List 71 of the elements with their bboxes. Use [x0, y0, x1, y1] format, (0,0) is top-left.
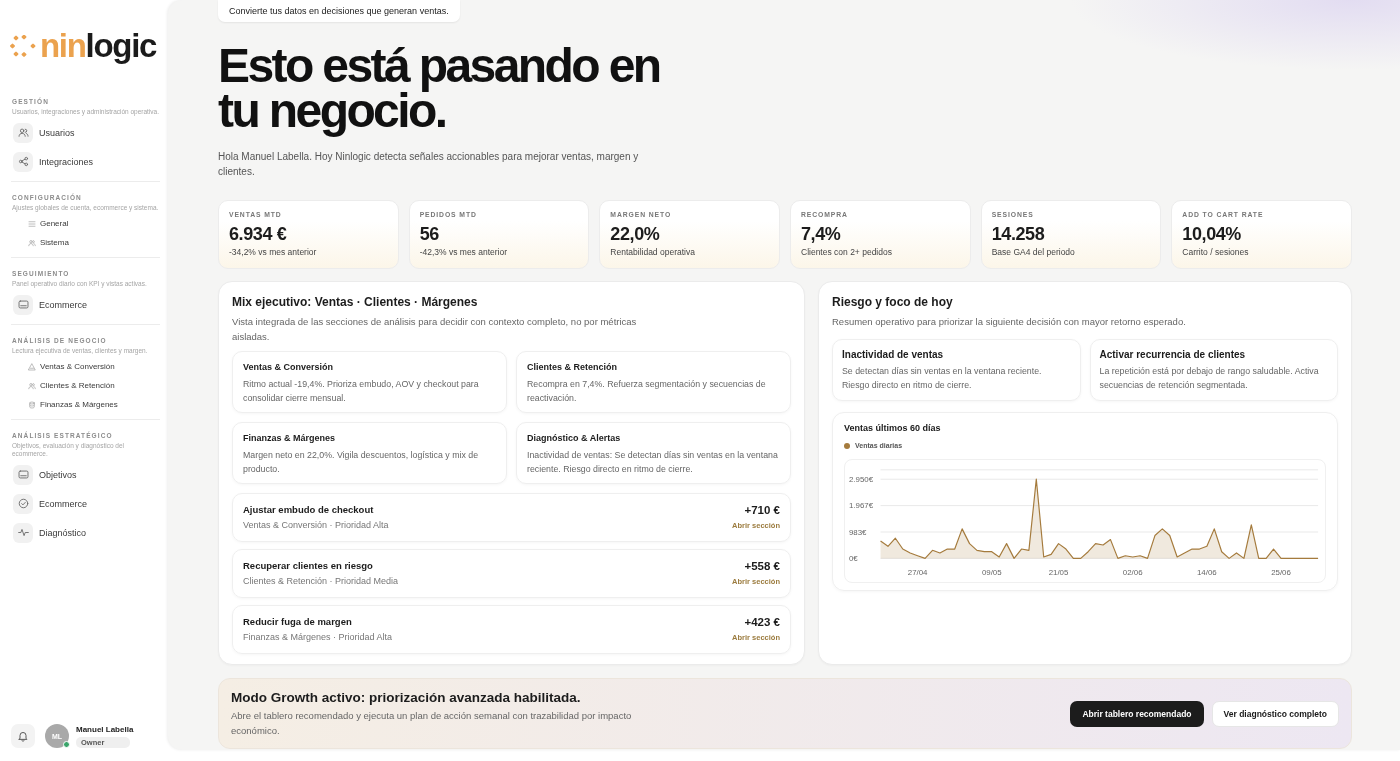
primary-button[interactable]: Abrir tablero recomendado: [1070, 701, 1204, 727]
check-icon: [13, 493, 33, 514]
panel-title: Riesgo y foco de hoy: [832, 295, 954, 310]
triangle-icon: [28, 362, 36, 371]
kpi-value: 10,04%: [1182, 223, 1242, 245]
brand-name: ninlogic: [40, 30, 157, 62]
pulse-icon: [13, 522, 33, 543]
nav-item[interactable]: General: [12, 214, 73, 233]
nav-item[interactable]: Diagnóstico: [13, 518, 91, 547]
coins-icon: [28, 400, 36, 409]
card-title: Clientes & Retención: [527, 362, 619, 373]
nav-item[interactable]: Ecommerce: [13, 290, 91, 319]
kpi-note: Clientes con 2+ pedidos: [801, 247, 893, 258]
kpi-value: 56: [419, 223, 440, 245]
secondary-button[interactable]: Ver diagnóstico completo: [1211, 701, 1339, 727]
impact-value: +423 €: [744, 616, 780, 629]
card-icon: [13, 294, 33, 315]
alert-text: Se detectan días sin ventas en la ventana reciente. Riesgo directo en ritmo de cierre.: [842, 365, 1043, 392]
nav-item[interactable]: Usuarios: [13, 118, 79, 147]
impact-value: +558 €: [744, 560, 780, 573]
kpi-note: -34,2% vs mes anterior: [229, 247, 318, 258]
kpi-value: 7,4%: [801, 223, 842, 245]
list-icon: [28, 219, 36, 228]
banner-title: Modo Growth activo: priorización avanzada habilitada.: [231, 690, 582, 706]
nav-item[interactable]: Finanzas & Márgenes: [12, 395, 122, 414]
action-meta: Finanzas & Márgenes · Prioridad Alta: [243, 631, 393, 643]
user-name: Manuel Labella: [76, 724, 134, 735]
chart-title: Ventas últimos 60 días: [844, 423, 942, 434]
card-title: Diagnóstico & Alertas: [527, 433, 622, 444]
users-icon: [28, 381, 36, 390]
nav-item[interactable]: Ventas & Conversión: [12, 357, 119, 376]
action-title: Ajustar embudo de checkout: [243, 504, 375, 516]
kpi-value: 6.934 €: [229, 223, 288, 245]
card-text: Ritmo actual -19,4%. Prioriza embudo, AOV y checkout para consolidar cierre mensual.: [243, 378, 480, 405]
tagline: Convierte tus datos en decisiones que generan ventas.: [218, 0, 460, 22]
panel-title: Mix ejecutivo: Ventas · Clientes · Márgenes: [232, 295, 479, 310]
intro-text: Hola Manuel Labella. Hoy Ninlogic detecta señales accionables para mejorar ventas, margen y clientes.: [218, 150, 640, 179]
kpi-value: 14.258: [991, 223, 1046, 245]
panel-description: Resumen operativo para priorizar la siguiente decisión con mayor retorno esperado.: [832, 315, 1187, 329]
nav-item[interactable]: Sistema: [12, 233, 73, 252]
nav-item[interactable]: Ecommerce: [13, 489, 91, 518]
card-text: Margen neto en 22,0%. Vigila descuentos, logística y mix de producto.: [243, 449, 480, 476]
card-text: Inactividad de ventas: Se detectan días sin ventas en la ventana reciente. Riesgo directo en ritmo de cierre.: [527, 449, 779, 476]
impact-value: +710 €: [744, 504, 780, 517]
users-icon: [28, 238, 36, 247]
alert-title: Activar recurrencia de clientes: [1099, 348, 1247, 361]
alert-title: Inactividad de ventas: [842, 348, 945, 361]
card-title: Ventas & Conversión: [243, 362, 335, 373]
kpi-note: Rentabilidad operativa: [610, 247, 696, 258]
share-icon: [13, 151, 33, 172]
action-title: Reducir fuga de margen: [243, 616, 353, 628]
action-title: Recuperar clientes en riesgo: [243, 560, 374, 572]
kpi-value: 22,0%: [610, 223, 661, 245]
card-title: Finanzas & Márgenes: [243, 433, 337, 444]
nav-item[interactable]: Clientes & Retención: [12, 376, 119, 395]
card-icon: [13, 464, 33, 485]
notifications-button[interactable]: [11, 724, 35, 748]
bell-icon: [17, 730, 29, 742]
alert-text: La repetición está por debajo de rango saludable. Activa secuencias de retención segmentada.: [1099, 365, 1320, 392]
users-icon: [13, 122, 33, 143]
nav-item[interactable]: Objetivos: [13, 460, 81, 489]
card-text: Recompra en 7,4%. Refuerza segmentación y secuencias de reactivación.: [527, 378, 767, 405]
logo-mark-icon: [10, 35, 37, 57]
banner-text: Abre el tablero recomendado y ejecuta un plan de acción semanal con trazabilidad por impacto económico.: [231, 709, 633, 738]
nav-item[interactable]: Integraciones: [13, 147, 98, 176]
action-meta: Clientes & Retención · Prioridad Media: [243, 575, 399, 587]
action-meta: Ventas & Conversión · Prioridad Alta: [243, 519, 389, 531]
kpi-note: -42,3% vs mes anterior: [419, 247, 509, 258]
kpi-note: Carrito / sesiones: [1182, 247, 1250, 258]
panel-description: Vista integrada de las secciones de análisis para decidir con contexto completo, no por métricas aisladas.: [232, 315, 638, 344]
kpi-note: Base GA4 del periodo: [991, 247, 1076, 258]
